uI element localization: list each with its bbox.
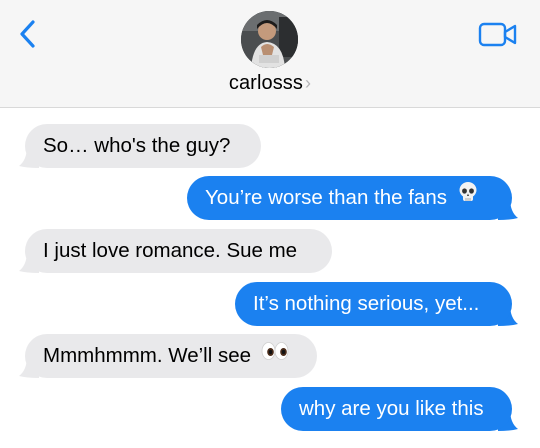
contact-name[interactable]: carlosss ›: [0, 72, 540, 95]
message-outgoing[interactable]: You’re worse than the fans: [187, 176, 518, 220]
message-text: I just love romance. Sue me: [43, 239, 298, 262]
message-incoming[interactable]: Mmmhmmm. We’ll see: [19, 334, 317, 378]
message-text: It’s nothing serious, yet...: [253, 292, 480, 315]
message-text: why are you like this: [299, 397, 484, 420]
message-thread: So… who's the guy? You’re worse than the…: [0, 108, 540, 448]
message-incoming[interactable]: So… who's the guy?: [19, 124, 261, 168]
message-text: So… who's the guy?: [43, 134, 231, 157]
chevron-right-icon: ›: [305, 73, 312, 93]
message-outgoing[interactable]: It’s nothing serious, yet...: [235, 282, 518, 326]
avatar[interactable]: [241, 11, 298, 68]
facetime-video-button[interactable]: [478, 21, 518, 49]
message-bubble: It’s nothing serious, yet...: [235, 282, 512, 326]
chevron-left-icon: [20, 20, 35, 48]
message-text: You’re worse than the fans: [205, 186, 447, 209]
message-outgoing[interactable]: why are you like this: [281, 387, 518, 431]
message-incoming[interactable]: I just love romance. Sue me: [19, 229, 332, 273]
message-bubble: I just love romance. Sue me: [25, 229, 332, 273]
message-bubble: Mmmhmmm. We’ll see: [25, 334, 317, 378]
skull-emoji-icon: [457, 175, 479, 219]
conversation-header: carlosss ›: [0, 0, 540, 108]
video-camera-icon: [478, 22, 517, 47]
message-bubble: You’re worse than the fans: [187, 176, 512, 220]
contact-photo: [241, 11, 298, 68]
message-bubble: why are you like this: [281, 387, 512, 431]
message-text: Mmmhmmm. We’ll see: [43, 344, 252, 367]
back-button[interactable]: [16, 18, 42, 50]
message-bubble: So… who's the guy?: [25, 124, 261, 168]
eyes-emoji-icon: [261, 333, 289, 377]
contact-name-label: carlosss: [228, 72, 304, 94]
